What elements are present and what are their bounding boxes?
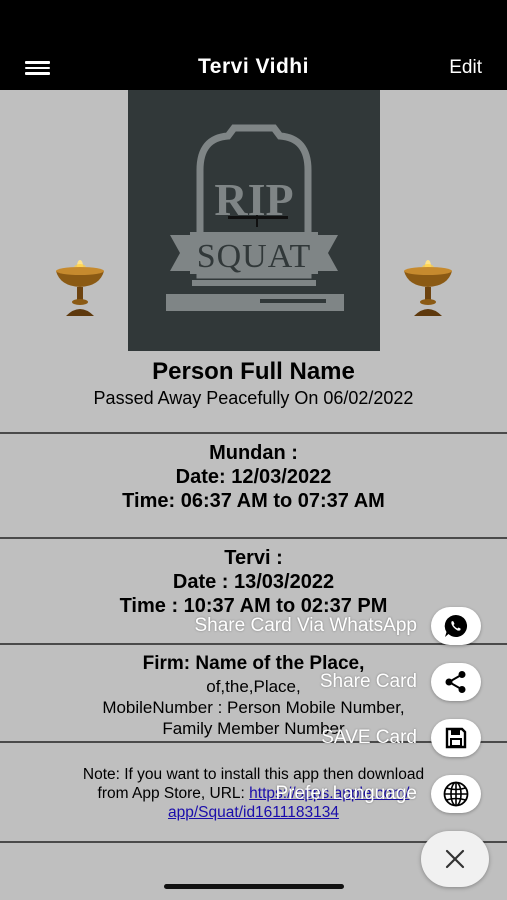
app-store-link-continued[interactable]: app/Squat/id1611183134 <box>168 804 339 821</box>
mundan-section: Mundan : Date: 12/03/2022 Time: 06:37 AM… <box>0 441 507 513</box>
tervi-title: Tervi : <box>224 547 283 569</box>
mundan-date: Date: 12/03/2022 <box>175 466 332 488</box>
divider <box>0 537 507 539</box>
diya-lamp-left-icon <box>52 258 108 320</box>
firm-mobile: MobileNumber : Person Mobile Number, <box>102 698 405 717</box>
save-card-button[interactable] <box>431 719 481 757</box>
passed-away-text: Passed Away Peacefully On 06/02/2022 <box>93 388 414 408</box>
save-floppy-icon <box>445 727 467 749</box>
note-url-prefix: from App Store, URL: <box>97 785 250 802</box>
memorial-card: RIP SQUAT Person Full Name Passed Away P… <box>0 90 507 900</box>
home-indicator <box>164 884 344 889</box>
close-menu-button[interactable] <box>421 831 489 887</box>
share-card-button[interactable] <box>431 663 481 701</box>
svg-text:SQUAT: SQUAT <box>197 238 312 275</box>
svg-text:RIP: RIP <box>214 174 293 225</box>
mundan-time: Time: 06:37 AM to 07:37 AM <box>122 490 385 512</box>
language-button[interactable] <box>431 775 481 813</box>
tervi-section: Tervi : Date : 13/03/2022 Time : 10:37 A… <box>0 546 507 618</box>
divider <box>0 432 507 434</box>
save-card-label[interactable]: SAVE Card <box>321 727 417 749</box>
whatsapp-share-button[interactable] <box>431 607 481 645</box>
firm-title: Firm: Name of the Place, <box>142 653 365 674</box>
whatsapp-icon <box>444 614 468 637</box>
note-line: Note: If you want to install this app th… <box>82 766 425 783</box>
mundan-title: Mundan : <box>209 442 298 464</box>
globe-icon <box>443 781 469 807</box>
tervi-date: Date : 13/03/2022 <box>172 571 335 593</box>
share-whatsapp-label[interactable]: Share Card Via WhatsApp <box>195 615 418 637</box>
firm-section: Firm: Name of the Place, of,the,Place, M… <box>0 652 507 739</box>
share-icon <box>445 671 466 693</box>
top-navigation-bar: Tervi Vidhi Edit <box>0 0 507 90</box>
divider <box>0 643 507 645</box>
prefer-language-label[interactable]: Prefer Language <box>275 783 417 805</box>
person-name: Person Full Name <box>152 358 355 385</box>
app-title: Tervi Vidhi <box>198 55 309 78</box>
edit-button[interactable]: Edit <box>449 57 482 79</box>
profile-photo: RIP SQUAT <box>128 90 380 351</box>
diya-lamp-right-icon <box>400 258 456 320</box>
close-icon <box>445 849 465 869</box>
share-card-label[interactable]: Share Card <box>320 671 417 693</box>
tombstone-rip-icon: RIP SQUAT <box>166 124 344 311</box>
